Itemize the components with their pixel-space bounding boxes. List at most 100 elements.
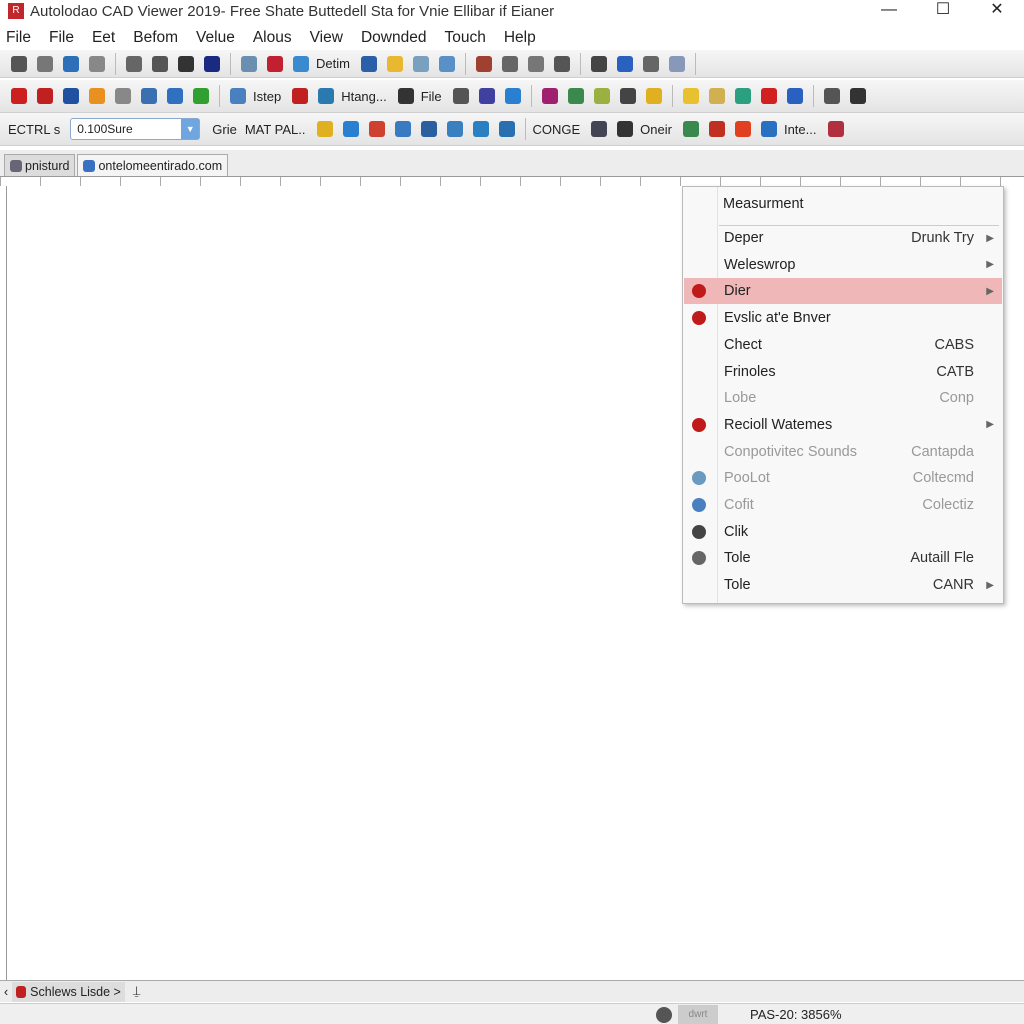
menu-item-tole[interactable]: Tole CANR ▶: [684, 572, 1002, 598]
detim-button[interactable]: Detim: [316, 56, 350, 71]
layout-tab[interactable]: Schlews Lisde >: [12, 981, 125, 1002]
toolbar-icon[interactable]: [527, 55, 544, 72]
menu-alous[interactable]: Alous: [253, 29, 292, 47]
toolbar-icon[interactable]: [590, 55, 607, 72]
menu-item-evslic-at-e-bnver[interactable]: Evslic at'e Bnver: [684, 305, 1002, 331]
toolbar-icon[interactable]: [241, 55, 257, 72]
file-button[interactable]: File: [421, 89, 442, 104]
toolbar-icon[interactable]: [89, 55, 105, 72]
toolbar-icon[interactable]: [616, 55, 633, 72]
toolbar-icon[interactable]: [593, 88, 610, 104]
toolbar-icon[interactable]: [292, 88, 309, 104]
toolbar-icon[interactable]: [386, 55, 403, 72]
toolbar-icon[interactable]: [567, 88, 584, 104]
menu-file[interactable]: File: [49, 29, 74, 47]
toolbar-icon[interactable]: [501, 55, 518, 72]
oneir-button[interactable]: Oneir: [640, 122, 672, 137]
istep-button[interactable]: Istep: [253, 89, 281, 104]
menu-item-cofit[interactable]: Cofit Colectiz: [684, 492, 1002, 518]
toolbar-icon[interactable]: [178, 55, 194, 72]
toolbar-icon[interactable]: [318, 88, 335, 104]
toolbar-icon[interactable]: [293, 55, 309, 72]
menu-item-frinoles[interactable]: Frinoles CATB: [684, 359, 1002, 385]
toolbar-icon[interactable]: [126, 55, 142, 72]
toolbar-icon[interactable]: [682, 121, 699, 137]
menu-item-conpotivitec-sounds[interactable]: Conpotivitec Sounds Cantapda: [684, 439, 1002, 465]
menu-befom[interactable]: Befom: [133, 29, 178, 47]
toolbar-icon[interactable]: [397, 88, 414, 104]
toolbar-icon[interactable]: [642, 55, 659, 72]
toolbar-icon[interactable]: [115, 88, 131, 104]
grid-button[interactable]: Grie: [212, 122, 237, 137]
menu-item-chect[interactable]: Chect CABS: [684, 332, 1002, 358]
toolbar-icon[interactable]: [760, 121, 777, 137]
toolbar-icon[interactable]: [708, 88, 725, 104]
toolbar-icon[interactable]: [498, 121, 515, 137]
toolbar-icon[interactable]: [617, 121, 634, 137]
toolbar-icon[interactable]: [541, 88, 558, 104]
menu-item-deper[interactable]: Deper Drunk Try ▶: [684, 225, 1002, 251]
toolbar-icon[interactable]: [734, 88, 751, 104]
toolbar-icon[interactable]: [193, 88, 209, 104]
scroll-left-icon[interactable]: ‹: [4, 985, 8, 999]
toolbar-icon[interactable]: [827, 121, 844, 137]
toolbar-icon[interactable]: [438, 55, 455, 72]
toolbar-icon[interactable]: [475, 55, 492, 72]
toolbar-icon[interactable]: [11, 55, 27, 72]
toolbar-icon[interactable]: [760, 88, 777, 104]
toolbar-icon[interactable]: [37, 55, 53, 72]
toolbar-icon[interactable]: [734, 121, 751, 137]
toolbar-icon[interactable]: [420, 121, 437, 137]
toolbar-icon[interactable]: [412, 55, 429, 72]
toolbar-icon[interactable]: [141, 88, 157, 104]
menu-item-dier[interactable]: Dier ▶: [684, 278, 1002, 305]
menu-item-poolot[interactable]: PooLot Coltecmd: [684, 465, 1002, 491]
toolbar-icon[interactable]: [37, 88, 53, 104]
toolbar-icon[interactable]: [267, 55, 283, 72]
toolbar-icon[interactable]: [708, 121, 725, 137]
toolbar-icon[interactable]: [63, 55, 79, 72]
menu-item-recioll-watemes[interactable]: Recioll Watemes ▶: [684, 412, 1002, 438]
toolbar-icon[interactable]: [360, 55, 377, 72]
toolbar-icon[interactable]: [230, 88, 246, 104]
menu-file[interactable]: File: [6, 29, 31, 47]
menu-item-lobe[interactable]: Lobe Conp: [684, 385, 1002, 411]
htang-dropdown[interactable]: Htang...: [341, 89, 387, 104]
settings-icon[interactable]: [656, 1007, 672, 1023]
conge-dropdown[interactable]: CONGE: [533, 122, 581, 137]
toolbar-icon[interactable]: [591, 121, 608, 137]
toolbar-icon[interactable]: [368, 121, 385, 137]
menu-eet[interactable]: Eet: [92, 29, 115, 47]
menu-touch[interactable]: Touch: [444, 29, 485, 47]
menu-help[interactable]: Help: [504, 29, 536, 47]
mat-pal-button[interactable]: MAT PAL..: [245, 122, 306, 137]
menu-velue[interactable]: Velue: [196, 29, 235, 47]
close-button[interactable]: ✕: [970, 0, 1024, 20]
menu-item-clik[interactable]: Clik: [684, 519, 1002, 545]
toolbar-icon[interactable]: [682, 88, 699, 104]
inte-button[interactable]: Inte...: [784, 122, 817, 137]
toolbar-icon[interactable]: [446, 121, 463, 137]
status-mode[interactable]: dwrt: [678, 1005, 718, 1024]
menu-item-tole[interactable]: Tole Autaill Fle: [684, 545, 1002, 571]
toolbar-icon[interactable]: [553, 55, 570, 72]
toolbar-icon[interactable]: [11, 88, 27, 104]
tab-ontelomeentirado[interactable]: ontelomeentirado.com: [77, 154, 229, 176]
menu-downded[interactable]: Downded: [361, 29, 427, 47]
toolbar-icon[interactable]: [167, 88, 183, 104]
toolbar-icon[interactable]: [394, 121, 411, 137]
toolbar-icon[interactable]: [668, 55, 685, 72]
toolbar-icon[interactable]: [472, 121, 489, 137]
toolbar-icon[interactable]: [89, 88, 105, 104]
menu-item-weleswrop[interactable]: Weleswrop ▶: [684, 252, 1002, 278]
toolbar-icon[interactable]: [849, 88, 866, 104]
menu-view[interactable]: View: [310, 29, 343, 47]
toolbar-icon[interactable]: [823, 88, 840, 104]
toolbar-icon[interactable]: [342, 121, 359, 137]
toolbar-icon[interactable]: [619, 88, 636, 104]
toolbar-icon[interactable]: [786, 88, 803, 104]
scale-combo[interactable]: 0.100Sure ▼: [70, 118, 201, 140]
toolbar-icon[interactable]: [645, 88, 662, 104]
tab-pnisturd[interactable]: pnisturd: [4, 154, 76, 176]
toolbar-icon[interactable]: [152, 55, 168, 72]
